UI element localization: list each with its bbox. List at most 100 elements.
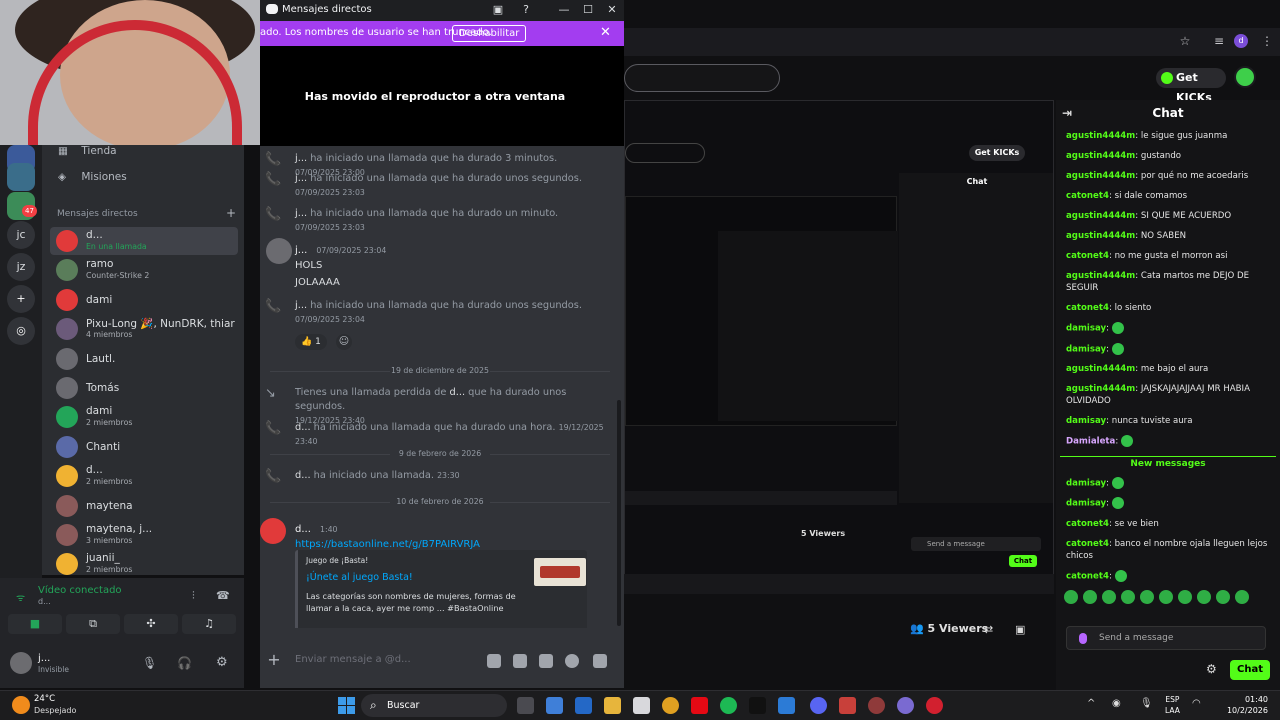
chat-username[interactable]: damisay: [1066, 324, 1106, 334]
file-explorer-icon[interactable]: [604, 697, 621, 714]
apps-icon[interactable]: [593, 654, 607, 668]
opera-icon[interactable]: [926, 697, 943, 714]
sidebar-dm-item[interactable]: d... 2 miembros: [50, 462, 238, 490]
message-author[interactable]: d...: [295, 524, 311, 535]
embed-thumbnail[interactable]: [534, 558, 586, 586]
sidebar-dm-item[interactable]: d... En una llamada: [50, 227, 238, 255]
explore-servers-icon[interactable]: ◎: [7, 317, 35, 345]
minimize-button[interactable]: —: [556, 3, 572, 17]
spotify-icon[interactable]: [720, 697, 737, 714]
disable-button[interactable]: Deshabilitar: [452, 25, 527, 42]
chat-send-button[interactable]: Chat: [1230, 660, 1270, 680]
sidebar-item-store[interactable]: ▦ Tienda: [58, 145, 117, 157]
get-kicks-button[interactable]: Get KICKs: [1156, 68, 1226, 104]
chat-username[interactable]: damisay: [1066, 499, 1106, 509]
chat-username[interactable]: agustin4444m: [1066, 231, 1135, 241]
sidebar-dm-item[interactable]: Pixu-Long 🎉, NunDRK, thiar 4 miembros: [50, 315, 238, 343]
headphones-icon[interactable]: 🎧: [177, 656, 192, 670]
activities-button[interactable]: ✣: [124, 614, 178, 634]
chat-username[interactable]: agustin4444m: [1066, 364, 1135, 374]
sidebar-dm-item[interactable]: juanii_ 2 miembros: [50, 550, 238, 578]
settings-gear-icon[interactable]: ⚙: [216, 655, 228, 670]
language-indicator[interactable]: ESP LAA: [1165, 694, 1180, 716]
screen-share-button[interactable]: ⧉: [66, 614, 120, 634]
copilot-icon[interactable]: [546, 697, 563, 714]
chat-send-input[interactable]: Send a message: [1066, 626, 1266, 650]
app-icon[interactable]: [778, 697, 795, 714]
profile-avatar-icon[interactable]: d: [1234, 34, 1248, 48]
bookmark-star-icon[interactable]: ☆: [1178, 34, 1192, 48]
noise-suppression-icon[interactable]: ⫶: [192, 589, 195, 603]
outlook-icon[interactable]: [575, 697, 592, 714]
sidebar-dm-item[interactable]: ramo Counter-Strike 2: [50, 256, 238, 284]
chat-username[interactable]: damisay: [1066, 344, 1106, 354]
chat-username[interactable]: agustin4444m: [1066, 151, 1135, 161]
add-reaction-icon[interactable]: ☺: [336, 334, 352, 350]
chat-username[interactable]: agustin4444m: [1066, 171, 1135, 181]
task-view-icon[interactable]: [517, 697, 534, 714]
soundboard-button[interactable]: ♫: [182, 614, 236, 634]
new-messages-divider[interactable]: New messages: [1060, 455, 1276, 469]
tray-mic-icon[interactable]: 🎙: [1140, 698, 1153, 709]
url-bar[interactable]: [624, 64, 780, 92]
disconnect-icon[interactable]: ☎: [216, 589, 230, 602]
create-dm-button[interactable]: +: [226, 206, 236, 220]
emote-icon[interactable]: [1064, 590, 1078, 604]
add-server-icon[interactable]: +: [7, 285, 35, 313]
chat-username[interactable]: catonet4: [1066, 191, 1109, 201]
chat-username[interactable]: catonet4: [1066, 539, 1109, 549]
weather-icon[interactable]: [12, 696, 30, 714]
chrome-icon[interactable]: [662, 697, 679, 714]
inbox-icon[interactable]: ▣: [490, 3, 506, 17]
help-icon[interactable]: ?: [518, 3, 534, 17]
tray-chevron-icon[interactable]: ^: [1087, 698, 1095, 709]
sidebar-item-missions[interactable]: ◈ Misiones: [58, 171, 127, 183]
user-avatar[interactable]: [10, 652, 32, 674]
chat-username[interactable]: damisay: [1066, 478, 1106, 488]
tray-app-icon[interactable]: ◉: [1112, 698, 1121, 709]
store-app-icon[interactable]: [633, 697, 650, 714]
gif-icon[interactable]: [513, 654, 527, 668]
start-button[interactable]: [338, 697, 355, 714]
chat-collapse-icon[interactable]: ⇥: [1062, 100, 1072, 126]
sticker-icon[interactable]: [539, 654, 553, 668]
microphone-icon[interactable]: 🎙: [142, 656, 157, 670]
chat-username[interactable]: agustin4444m: [1066, 131, 1135, 141]
tiktok-icon[interactable]: [749, 697, 766, 714]
mic-app-icon[interactable]: [839, 697, 856, 714]
author-avatar[interactable]: [266, 238, 292, 264]
camera-button[interactable]: ■: [8, 614, 62, 634]
server-jz[interactable]: jz: [7, 253, 35, 281]
chat-username[interactable]: Damialeta: [1066, 437, 1115, 447]
app-icon-2[interactable]: [868, 697, 885, 714]
emote-icon[interactable]: [1102, 590, 1116, 604]
sidebar-dm-item[interactable]: dami 2 miembros: [50, 403, 238, 431]
emoji-icon[interactable]: [565, 654, 579, 668]
app-icon-3[interactable]: [897, 697, 914, 714]
stream-user-avatar[interactable]: [1234, 66, 1256, 88]
chat-username[interactable]: catonet4: [1066, 303, 1109, 313]
message-author[interactable]: j...: [295, 245, 307, 256]
sidebar-dm-item[interactable]: maytena, j... 3 miembros: [50, 521, 238, 549]
sidebar-dm-item[interactable]: Chanti: [50, 433, 238, 461]
emote-icon[interactable]: [1197, 590, 1211, 604]
discord-taskbar-icon[interactable]: [810, 697, 827, 714]
maximize-button[interactable]: ☐: [580, 3, 596, 17]
server-icon-2[interactable]: [7, 163, 35, 191]
emote-icon[interactable]: [1235, 590, 1249, 604]
chat-settings-gear-icon[interactable]: ⚙: [1206, 662, 1220, 676]
chat-username[interactable]: agustin4444m: [1066, 384, 1135, 394]
clock[interactable]: 01:40 10/2/2026: [1218, 694, 1268, 716]
sidebar-dm-item[interactable]: Lautl.: [50, 345, 238, 373]
chat-username[interactable]: agustin4444m: [1066, 271, 1135, 281]
chat-username[interactable]: catonet4: [1066, 571, 1109, 581]
more-options-icon[interactable]: ⋮: [1260, 34, 1274, 48]
embed-title-link[interactable]: ¡Únete al juego Basta!: [306, 572, 413, 583]
chat-username[interactable]: damisay: [1066, 416, 1106, 426]
gift-icon[interactable]: [487, 654, 501, 668]
server-jc[interactable]: jc: [7, 221, 35, 249]
sidebar-dm-item[interactable]: dami: [50, 286, 238, 314]
stream-info-icon[interactable]: ▣: [1015, 623, 1025, 636]
banner-close-icon[interactable]: ✕: [600, 25, 611, 40]
message-input[interactable]: Enviar mensaje a @d...: [295, 654, 411, 665]
